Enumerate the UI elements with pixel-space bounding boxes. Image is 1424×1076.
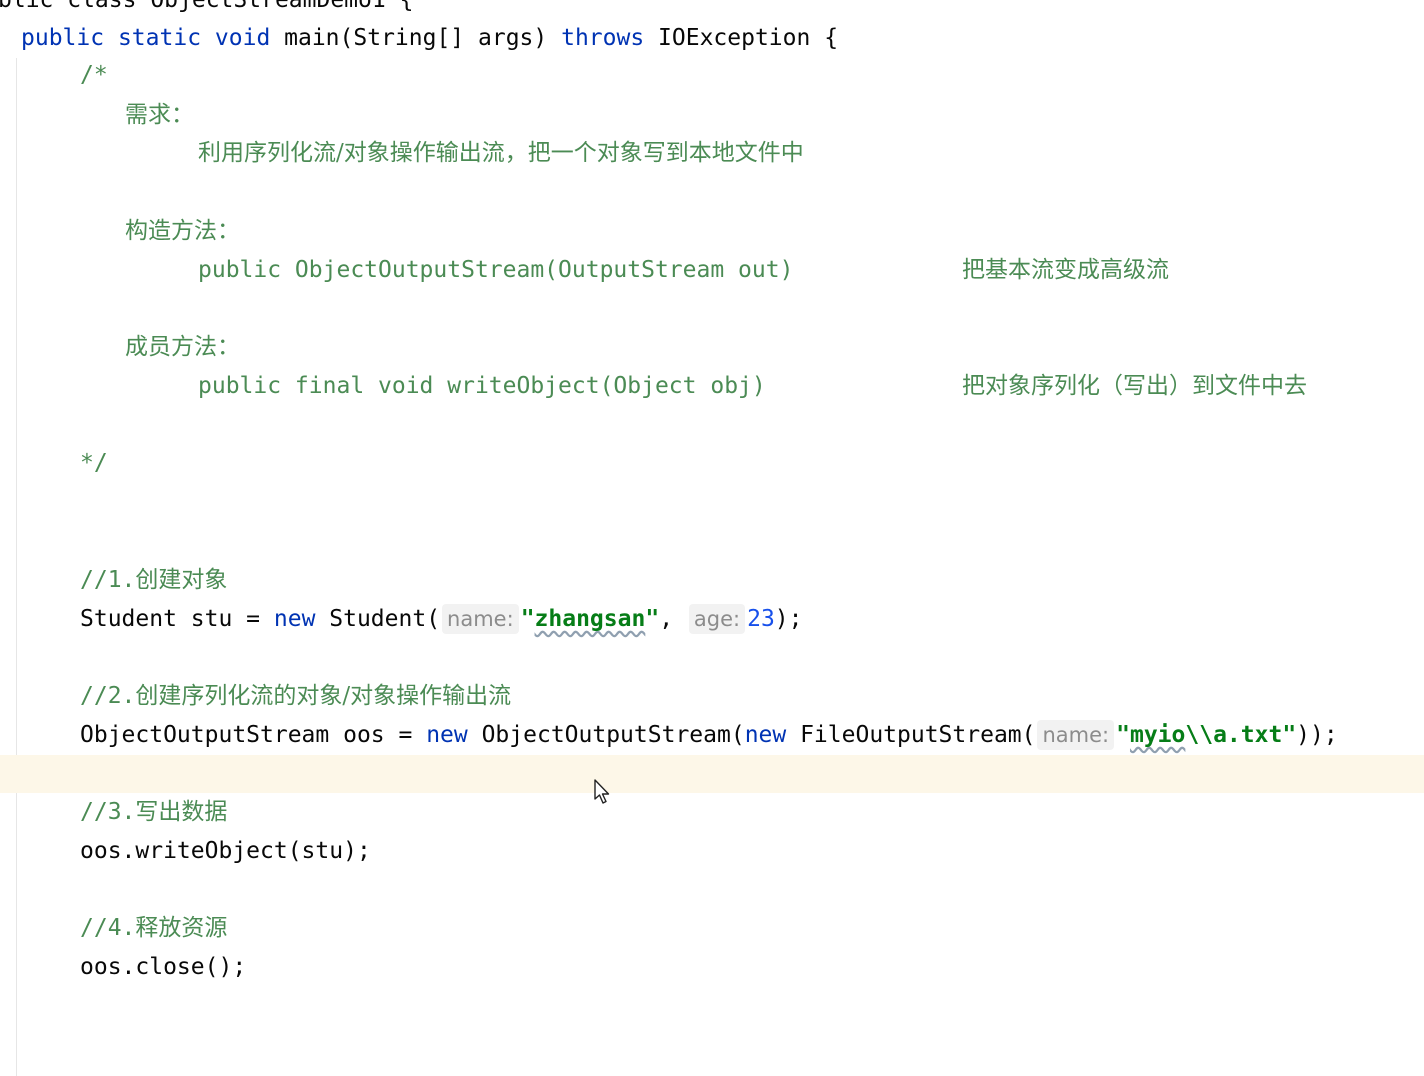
comment-prefix: //1. <box>80 567 136 593</box>
step3-code[interactable]: oos.writeObject(stu); <box>80 832 371 870</box>
param-hint-name: name: <box>1037 720 1115 750</box>
comment-requirement-title: 需求： <box>125 102 194 128</box>
comment-open: /* <box>80 62 108 88</box>
class-declaration-line: blic class ObjectStreamDemo1 { <box>0 0 414 13</box>
statement-end: )); <box>1296 722 1338 748</box>
quote: " <box>520 606 535 632</box>
indent-guide <box>16 58 17 1076</box>
comment-text: 创建对象 <box>135 567 228 593</box>
constructor-call: Student( <box>315 606 441 632</box>
param-hint-name: name: <box>442 604 519 634</box>
string-literal: "myio\\a.txt" <box>1116 722 1296 748</box>
comment-requirement-text: 利用序列化流/对象操作输出流，把一个对象写到本地文件中 <box>198 140 804 166</box>
method-name: main(String[] args) <box>270 25 562 51</box>
code-editor[interactable]: blic class ObjectStreamDemo1 { public st… <box>0 0 1424 1076</box>
step1-code[interactable]: Student stu = new Student(name: "zhangsan… <box>80 600 803 638</box>
step4-code[interactable]: oos.close(); <box>80 948 246 986</box>
keyword: public <box>21 25 105 51</box>
number-literal: 23 <box>747 606 775 632</box>
keyword: void <box>214 25 271 51</box>
current-line-highlight <box>0 755 1424 793</box>
quote: " <box>645 606 660 632</box>
constructor-call: ObjectOutputStream( <box>467 722 745 748</box>
quote: " <box>1282 722 1297 748</box>
comma: , <box>659 606 687 632</box>
comment-constructor-signature: public ObjectOutputStream(OutputStream o… <box>198 257 794 283</box>
comment-prefix: //4. <box>80 915 136 941</box>
comment-text: 创建序列化流的对象/对象操作输出流 <box>135 683 512 709</box>
string-value: zhangsan <box>534 606 646 632</box>
keyword: static <box>117 25 202 51</box>
step4-comment: //4.释放资源 <box>80 909 227 947</box>
declaration: Student stu = <box>80 606 274 632</box>
constructor-call: FileOutputStream( <box>786 722 1036 748</box>
mouse-pointer-icon <box>594 779 610 804</box>
keyword: throws <box>561 25 645 51</box>
declaration: ObjectOutputStream oos = <box>80 722 427 748</box>
comment-constructor-desc: 把基本流变成高级流 <box>962 257 1169 283</box>
comment-constructor-title: 构造方法： <box>125 218 240 244</box>
comment-text: 释放资源 <box>135 915 228 941</box>
comment-member-desc: 把对象序列化（写出）到文件中去 <box>962 373 1307 399</box>
quote: " <box>1116 722 1130 748</box>
comment-member-signature: public final void writeObject(Object obj… <box>198 373 766 399</box>
keyword: new <box>273 606 316 632</box>
string-value-rest: \\a.txt <box>1185 722 1283 748</box>
main-method-signature: public static void main(String[] args) t… <box>21 19 838 57</box>
step3-comment: //3.写出数据 <box>80 793 227 831</box>
param-hint-age: age: <box>688 604 746 634</box>
string-value: myio <box>1129 722 1186 748</box>
exception-type: IOException { <box>644 25 839 51</box>
comment-prefix: //3. <box>80 799 136 825</box>
comment-prefix: //2. <box>80 683 136 709</box>
comment-close: */ <box>80 450 108 476</box>
step2-comment: //2.创建序列化流的对象/对象操作输出流 <box>80 677 511 715</box>
step2-code[interactable]: ObjectOutputStream oos = new ObjectOutpu… <box>80 716 1338 754</box>
step1-comment: //1.创建对象 <box>80 561 227 599</box>
keyword: new <box>426 722 468 748</box>
keyword: new <box>744 722 787 748</box>
comment-member-title: 成员方法： <box>125 334 240 360</box>
comment-text: 写出数据 <box>135 799 228 825</box>
string-literal: "zhangsan" <box>521 606 660 632</box>
statement-end: ); <box>774 606 803 632</box>
